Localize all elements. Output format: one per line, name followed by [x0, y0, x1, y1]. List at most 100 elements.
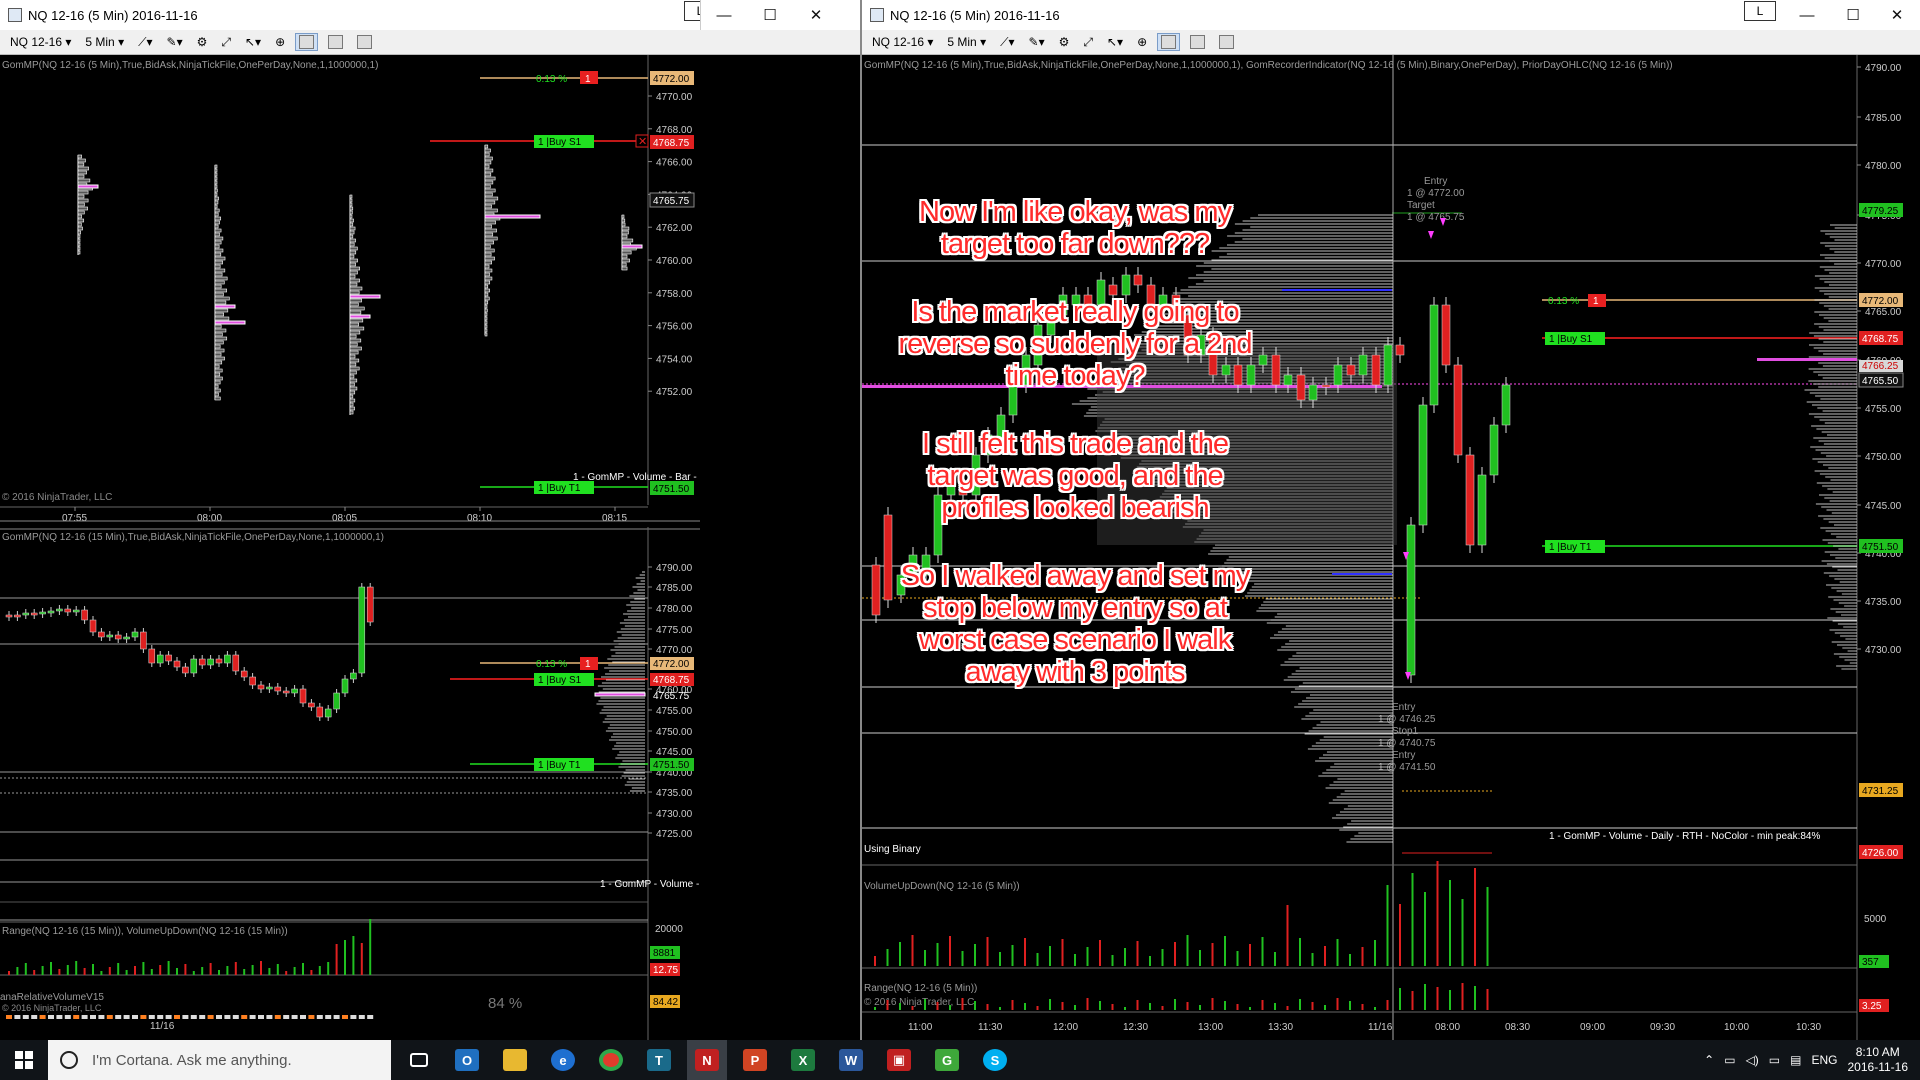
- properties-icon[interactable]: [353, 33, 376, 51]
- data-box-icon[interactable]: [1186, 33, 1209, 51]
- left-toolbar: NQ 12-16 ▾ 5 Min ▾ ⟋▾ ✎▾ ⚙ ⤢ ↖▾ ⊕: [0, 30, 700, 55]
- profile-bar: [214, 212, 219, 217]
- drawing-tool-icon[interactable]: ✎▾: [163, 33, 187, 51]
- profile-bar: [349, 246, 358, 251]
- candle-body: [72, 609, 80, 613]
- interval-select[interactable]: 5 Min ▾: [81, 33, 128, 51]
- cursor-icon[interactable]: ↖▾: [1103, 33, 1127, 51]
- skype-icon[interactable]: S: [975, 1040, 1015, 1080]
- close-button[interactable]: ✕: [793, 0, 839, 30]
- profile-bar: [214, 232, 220, 237]
- profile-bar: [484, 264, 490, 269]
- notification-icon[interactable]: ▤: [1790, 1053, 1801, 1067]
- profile-bar: [214, 296, 230, 301]
- instrument-select[interactable]: NQ 12-16 ▾: [868, 33, 937, 51]
- chrome-icon[interactable]: [591, 1040, 631, 1080]
- close-button[interactable]: ✕: [1874, 0, 1920, 30]
- greenshot-icon[interactable]: G: [927, 1040, 967, 1080]
- powerpoint-icon[interactable]: P: [735, 1040, 775, 1080]
- chart-trader-icon[interactable]: [1157, 33, 1181, 51]
- chart-style-icon[interactable]: ⟋▾: [134, 33, 156, 51]
- candle-body: [5, 614, 13, 618]
- left-title-bar[interactable]: NQ 12-16 (5 Min) 2016-11-16 L —: [0, 0, 700, 30]
- profile-bar: [214, 220, 220, 225]
- profile-bar: [214, 204, 218, 209]
- zoom-icon[interactable]: ⊕: [271, 33, 289, 51]
- profile-bar: [484, 260, 492, 265]
- indicator-icon[interactable]: ⚙: [1055, 33, 1074, 51]
- right-toolbar: NQ 12-16 ▾ 5 Min ▾ ⟋▾ ✎▾ ⚙ ⤢ ↖▾ ⊕: [862, 30, 1920, 55]
- volume-bar: [1236, 951, 1239, 966]
- profile-bar: [349, 214, 353, 219]
- data-box-icon[interactable]: [324, 33, 347, 51]
- profile-bar: [214, 252, 222, 257]
- file-explorer-icon[interactable]: [495, 1040, 535, 1080]
- right-title-bar[interactable]: NQ 12-16 (5 Min) 2016-11-16 L — ☐ ✕: [862, 0, 1920, 30]
- profile-bar: [621, 230, 629, 235]
- range-bar: [1486, 989, 1489, 1010]
- link-button[interactable]: L: [684, 1, 700, 21]
- network-icon[interactable]: ▭: [1724, 1053, 1735, 1067]
- profile-bar: [214, 380, 221, 385]
- range-bar: [1249, 1007, 1251, 1010]
- ninjatrader-icon[interactable]: N: [687, 1040, 727, 1080]
- profile-bar: [214, 256, 226, 261]
- price-tick: 4770.00: [656, 92, 693, 103]
- volume-bar: [1486, 887, 1489, 966]
- maximize-button[interactable]: ☐: [747, 0, 793, 30]
- properties-icon[interactable]: [1215, 33, 1238, 51]
- qty-badge[interactable]: 1: [585, 74, 591, 85]
- maximize-button[interactable]: ☐: [1830, 0, 1876, 30]
- buy-t1-label: 1 |Buy T1: [538, 760, 581, 771]
- profile-bar: [214, 316, 230, 321]
- profile-bar: [77, 246, 81, 251]
- qty-badge[interactable]: 1: [585, 659, 591, 670]
- price-tick: 4768.00: [656, 125, 693, 136]
- left-window-toolbar-ext: [700, 30, 860, 55]
- chart-trader-icon[interactable]: [295, 33, 319, 51]
- drawing-tool-icon[interactable]: ✎▾: [1025, 33, 1049, 51]
- interval-select[interactable]: 5 Min ▾: [943, 33, 990, 51]
- minimize-button[interactable]: —: [1784, 0, 1830, 30]
- zoom-icon[interactable]: ⊕: [1133, 33, 1151, 51]
- cursor-icon[interactable]: ↖▾: [241, 33, 265, 51]
- qty-badge[interactable]: 1: [1593, 296, 1599, 307]
- indicator-label: GomMP(NQ 12-16 (5 Min),True,BidAsk,Ninja…: [2, 60, 378, 71]
- volume-bar: [276, 964, 279, 975]
- tws-icon[interactable]: T: [639, 1040, 679, 1080]
- candle-body: [1308, 384, 1318, 401]
- volume-icon[interactable]: ◁): [1746, 1053, 1759, 1067]
- task-view-icon[interactable]: [399, 1040, 439, 1080]
- instrument-select[interactable]: NQ 12-16 ▾: [6, 33, 75, 51]
- word-icon[interactable]: W: [831, 1040, 871, 1080]
- chevron-up-icon[interactable]: ⌃: [1704, 1053, 1714, 1067]
- start-button[interactable]: [0, 1040, 48, 1080]
- cortana-search[interactable]: I'm Cortana. Ask me anything.: [48, 1040, 391, 1080]
- relative-volume-bar: [350, 1015, 357, 1019]
- outlook-icon[interactable]: O: [447, 1040, 487, 1080]
- range-bar: [899, 1003, 901, 1010]
- excel-icon[interactable]: X: [783, 1040, 823, 1080]
- profile-bar: [77, 234, 81, 239]
- battery-icon[interactable]: ▭: [1769, 1053, 1780, 1067]
- edge-icon[interactable]: e: [543, 1040, 583, 1080]
- indicator-icon[interactable]: ⚙: [193, 33, 212, 51]
- candle-body: [30, 612, 38, 616]
- profile-bar: [214, 184, 218, 189]
- clock[interactable]: 8:10 AM 2016-11-16: [1848, 1045, 1909, 1075]
- link-button[interactable]: L: [1744, 1, 1776, 21]
- minimize-button[interactable]: —: [701, 0, 747, 30]
- range-indicator-label: Range(NQ 12-16 (15 Min)), VolumeUpDown(N…: [2, 926, 288, 937]
- strategy-icon[interactable]: ⤢: [1079, 33, 1097, 51]
- strategy-icon[interactable]: ⤢: [217, 33, 235, 51]
- candle-body: [131, 631, 139, 638]
- chart-style-icon[interactable]: ⟋▾: [996, 33, 1018, 51]
- language-indicator[interactable]: ENG: [1811, 1053, 1837, 1067]
- val-bar: [1332, 573, 1392, 575]
- app-icon[interactable]: ▣: [879, 1040, 919, 1080]
- profile-bar: [349, 318, 364, 323]
- poc-bar: [594, 692, 646, 697]
- profile-bar: [621, 250, 632, 255]
- profile-bar: [349, 302, 359, 307]
- cortana-icon: [60, 1051, 78, 1069]
